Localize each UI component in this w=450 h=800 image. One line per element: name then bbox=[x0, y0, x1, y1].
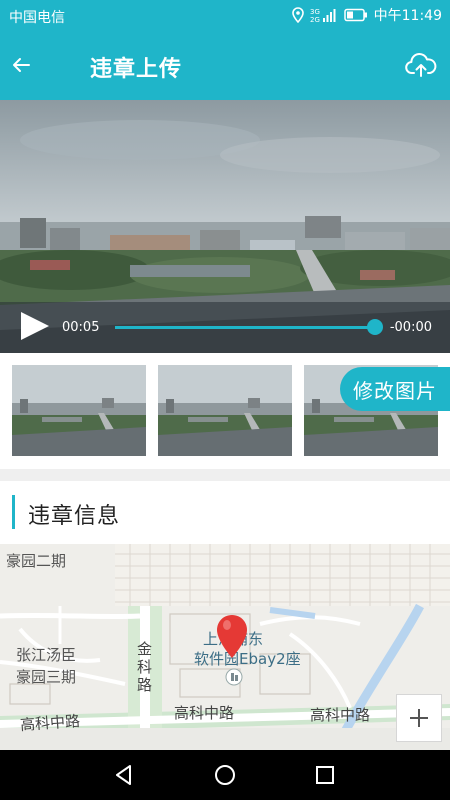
section-divider bbox=[0, 469, 450, 481]
seek-bar[interactable] bbox=[115, 326, 375, 329]
location-pin-icon bbox=[217, 615, 247, 658]
svg-text:2G: 2G bbox=[310, 16, 320, 23]
status-bar: 中国电信 3G 2G 中午11:49 bbox=[0, 0, 450, 30]
map-label-gaoke-left: 高科中路 bbox=[19, 711, 81, 735]
map-label-haoyuan2: 豪园二期 bbox=[6, 552, 67, 570]
zoom-in-button[interactable] bbox=[396, 694, 442, 742]
clock: 中午11:49 bbox=[373, 8, 442, 24]
back-button[interactable] bbox=[6, 50, 36, 80]
svg-text:3G: 3G bbox=[310, 8, 320, 16]
system-nav-bar bbox=[0, 750, 450, 800]
thumbnail-image[interactable] bbox=[12, 365, 146, 456]
arrow-left-icon bbox=[13, 58, 30, 72]
map-label-jinke-road: 金 科 路 bbox=[137, 640, 153, 694]
current-time: 00:05 bbox=[62, 320, 100, 335]
app-header: 违章上传 bbox=[0, 30, 450, 100]
page-title: 违章上传 bbox=[90, 57, 183, 82]
play-icon[interactable] bbox=[18, 309, 52, 343]
cloud-upload-icon bbox=[405, 53, 437, 77]
battery-icon bbox=[343, 8, 367, 22]
recents-square-icon[interactable] bbox=[313, 763, 337, 787]
map-label-gaoke-mid: 高科中路 bbox=[174, 704, 235, 722]
edit-images-button[interactable]: 修改图片 bbox=[340, 367, 450, 411]
status-icons: 3G 2G 中午11:49 bbox=[291, 5, 442, 25]
map-label-gaoke-right: 高科中路 bbox=[310, 706, 371, 724]
video-player[interactable] bbox=[0, 100, 450, 353]
carrier-name: 中国电信 bbox=[9, 10, 65, 26]
thumbnail-image[interactable] bbox=[158, 365, 292, 456]
section-accent-bar bbox=[12, 495, 15, 529]
map-view[interactable]: 豪园二期 张江汤臣 豪园三期 金 科 路 高科中路 高科中路 高科中路 上海浦东… bbox=[0, 544, 450, 750]
map-label-zhangjiang: 张江汤臣 bbox=[16, 646, 77, 664]
location-icon bbox=[291, 7, 304, 23]
remaining-time: -00:00 bbox=[389, 320, 432, 335]
upload-button[interactable] bbox=[404, 48, 438, 82]
back-triangle-icon[interactable] bbox=[112, 763, 136, 787]
thumbnail-scene bbox=[158, 365, 292, 456]
section-title: 违章信息 bbox=[28, 504, 121, 529]
home-circle-icon[interactable] bbox=[213, 763, 237, 787]
plus-icon bbox=[410, 709, 428, 727]
seek-thumb[interactable] bbox=[367, 319, 383, 335]
map-label-haoyuan3: 豪园三期 bbox=[16, 668, 77, 686]
signal-icon: 3G 2G bbox=[310, 8, 336, 23]
building-icon bbox=[225, 668, 243, 686]
thumbnail-scene bbox=[12, 365, 146, 456]
